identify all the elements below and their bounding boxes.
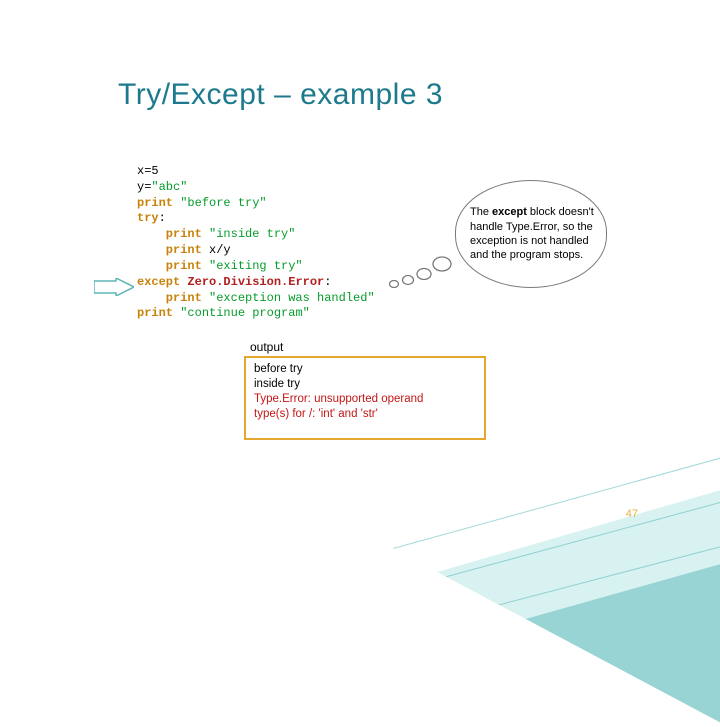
output-line: before try (254, 362, 476, 377)
bubble-text-pre: The (470, 206, 492, 218)
arrow-icon (94, 278, 134, 296)
output-error-line: Type.Error: unsupported operand (254, 392, 476, 407)
page-number: 47 (626, 508, 638, 520)
output-label: output (250, 340, 283, 354)
output-line: inside try (254, 377, 476, 392)
slide-title: Try/Except – example 3 (118, 78, 443, 112)
thought-bubble: The except block doesn't handle Type.Err… (455, 180, 620, 288)
output-error-line: type(s) for /: 'int' and 'str' (254, 407, 476, 422)
code-example: x=5 y="abc" print "before try" try: prin… (137, 164, 375, 322)
bubble-text-bold: except (492, 206, 527, 218)
output-box: before try inside try Type.Error: unsupp… (244, 356, 486, 440)
